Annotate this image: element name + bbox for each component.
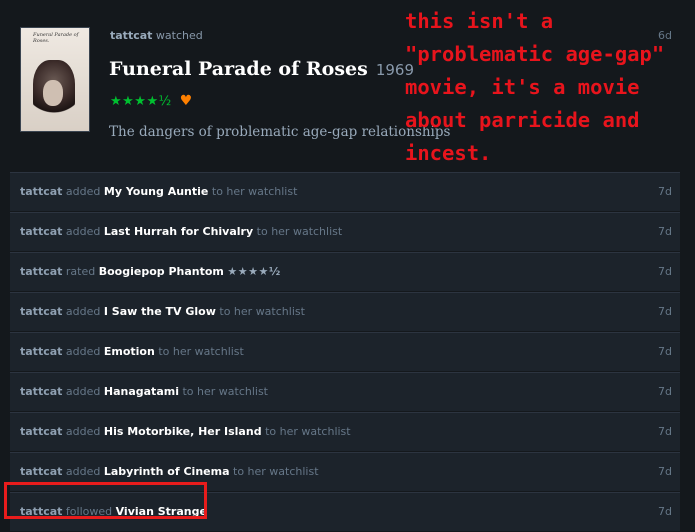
- activity-user[interactable]: tattcat: [20, 505, 62, 518]
- activity-text: tattcat followed Vivian Strange: [20, 505, 207, 518]
- activity-suffix: to her watchlist: [219, 305, 305, 318]
- activity-followed-user[interactable]: Vivian Strange: [116, 505, 207, 518]
- review-header: tattcat watched: [110, 29, 203, 42]
- activity-verb: added: [65, 465, 101, 478]
- activity-row: tattcat added I Saw the TV Glow to her w…: [10, 292, 680, 331]
- annotation-text: this isn't a "problematic age-gap" movie…: [405, 9, 665, 165]
- activity-text: tattcat rated Boogiepop Phantom ★★★★½: [20, 265, 281, 278]
- film-poster[interactable]: Funeral Parade of Roses.: [20, 27, 90, 132]
- activity-date: 7d: [658, 265, 672, 278]
- film-title-block: Funeral Parade of Roses 1969: [109, 58, 414, 80]
- activity-film[interactable]: His Motorbike, Her Island: [104, 425, 262, 438]
- activity-text: tattcat added Last Hurrah for Chivalry t…: [20, 225, 342, 238]
- activity-film[interactable]: Emotion: [104, 345, 155, 358]
- activity-stars: ★★★★½: [227, 265, 281, 278]
- activity-verb: added: [65, 385, 101, 398]
- activity-list: tattcat added My Young Auntie to her wat…: [10, 172, 680, 532]
- activity-user[interactable]: tattcat: [20, 385, 62, 398]
- activity-date: 7d: [658, 385, 672, 398]
- activity-suffix: to her watchlist: [211, 185, 298, 198]
- review-username[interactable]: tattcat: [110, 29, 152, 42]
- activity-film[interactable]: Labyrinth of Cinema: [104, 465, 230, 478]
- activity-suffix: to her watchlist: [158, 345, 244, 358]
- activity-verb: added: [65, 185, 101, 198]
- activity-date: 7d: [658, 425, 672, 438]
- activity-user[interactable]: tattcat: [20, 265, 62, 278]
- activity-text: tattcat added Hanagatami to her watchlis…: [20, 385, 268, 398]
- activity-suffix: to her watchlist: [256, 225, 343, 238]
- activity-date: 7d: [658, 225, 672, 238]
- activity-film[interactable]: Hanagatami: [104, 385, 179, 398]
- activity-row: tattcat added Labyrinth of Cinema to her…: [10, 452, 680, 491]
- activity-user[interactable]: tattcat: [20, 345, 62, 358]
- activity-user[interactable]: tattcat: [20, 225, 62, 238]
- activity-row: tattcat added His Motorbike, Her Island …: [10, 412, 680, 451]
- review-body[interactable]: The dangers of problematic age-gap relat…: [109, 124, 450, 140]
- review-action: watched: [155, 29, 203, 42]
- activity-row: tattcat added Hanagatami to her watchlis…: [10, 372, 680, 411]
- activity-film[interactable]: Boogiepop Phantom: [99, 265, 224, 278]
- activity-verb: followed: [65, 505, 113, 518]
- film-title[interactable]: Funeral Parade of Roses: [109, 58, 368, 80]
- heart-icon: ♥: [179, 93, 193, 109]
- activity-text: tattcat added His Motorbike, Her Island …: [20, 425, 351, 438]
- activity-date: 7d: [658, 305, 672, 318]
- poster-face: [43, 80, 63, 106]
- activity-suffix: to her watchlist: [265, 425, 351, 438]
- activity-suffix: to her watchlist: [233, 465, 319, 478]
- activity-verb: rated: [65, 265, 96, 278]
- activity-film[interactable]: My Young Auntie: [104, 185, 209, 198]
- activity-verb: added: [65, 305, 101, 318]
- activity-user[interactable]: tattcat: [20, 425, 62, 438]
- rating-stars: ★★★★½: [110, 94, 172, 109]
- activity-date: 7d: [658, 345, 672, 358]
- activity-row: tattcat followed Vivian Strange 7d: [10, 492, 680, 531]
- activity-suffix: to her watchlist: [182, 385, 268, 398]
- activity-row: tattcat added Emotion to her watchlist 7…: [10, 332, 680, 371]
- activity-verb: added: [65, 345, 101, 358]
- activity-row: tattcat added My Young Auntie to her wat…: [10, 172, 680, 211]
- activity-user[interactable]: tattcat: [20, 305, 62, 318]
- poster-title-text: Funeral Parade of Roses.: [33, 32, 79, 44]
- activity-verb: added: [65, 425, 101, 438]
- activity-text: tattcat added Emotion to her watchlist: [20, 345, 244, 358]
- activity-user[interactable]: tattcat: [20, 185, 62, 198]
- activity-date: 7d: [658, 185, 672, 198]
- activity-date: 7d: [658, 465, 672, 478]
- activity-film[interactable]: Last Hurrah for Chivalry: [104, 225, 253, 238]
- activity-text: tattcat added My Young Auntie to her wat…: [20, 185, 297, 198]
- activity-row: tattcat rated Boogiepop Phantom ★★★★½ 7d: [10, 252, 680, 291]
- activity-verb: added: [65, 225, 101, 238]
- activity-text: tattcat added Labyrinth of Cinema to her…: [20, 465, 319, 478]
- activity-date: 7d: [658, 505, 672, 518]
- activity-user[interactable]: tattcat: [20, 465, 62, 478]
- activity-row: tattcat added Last Hurrah for Chivalry t…: [10, 212, 680, 251]
- review-rating: ★★★★½ ♥: [110, 93, 193, 109]
- activity-film[interactable]: I Saw the TV Glow: [104, 305, 216, 318]
- activity-text: tattcat added I Saw the TV Glow to her w…: [20, 305, 305, 318]
